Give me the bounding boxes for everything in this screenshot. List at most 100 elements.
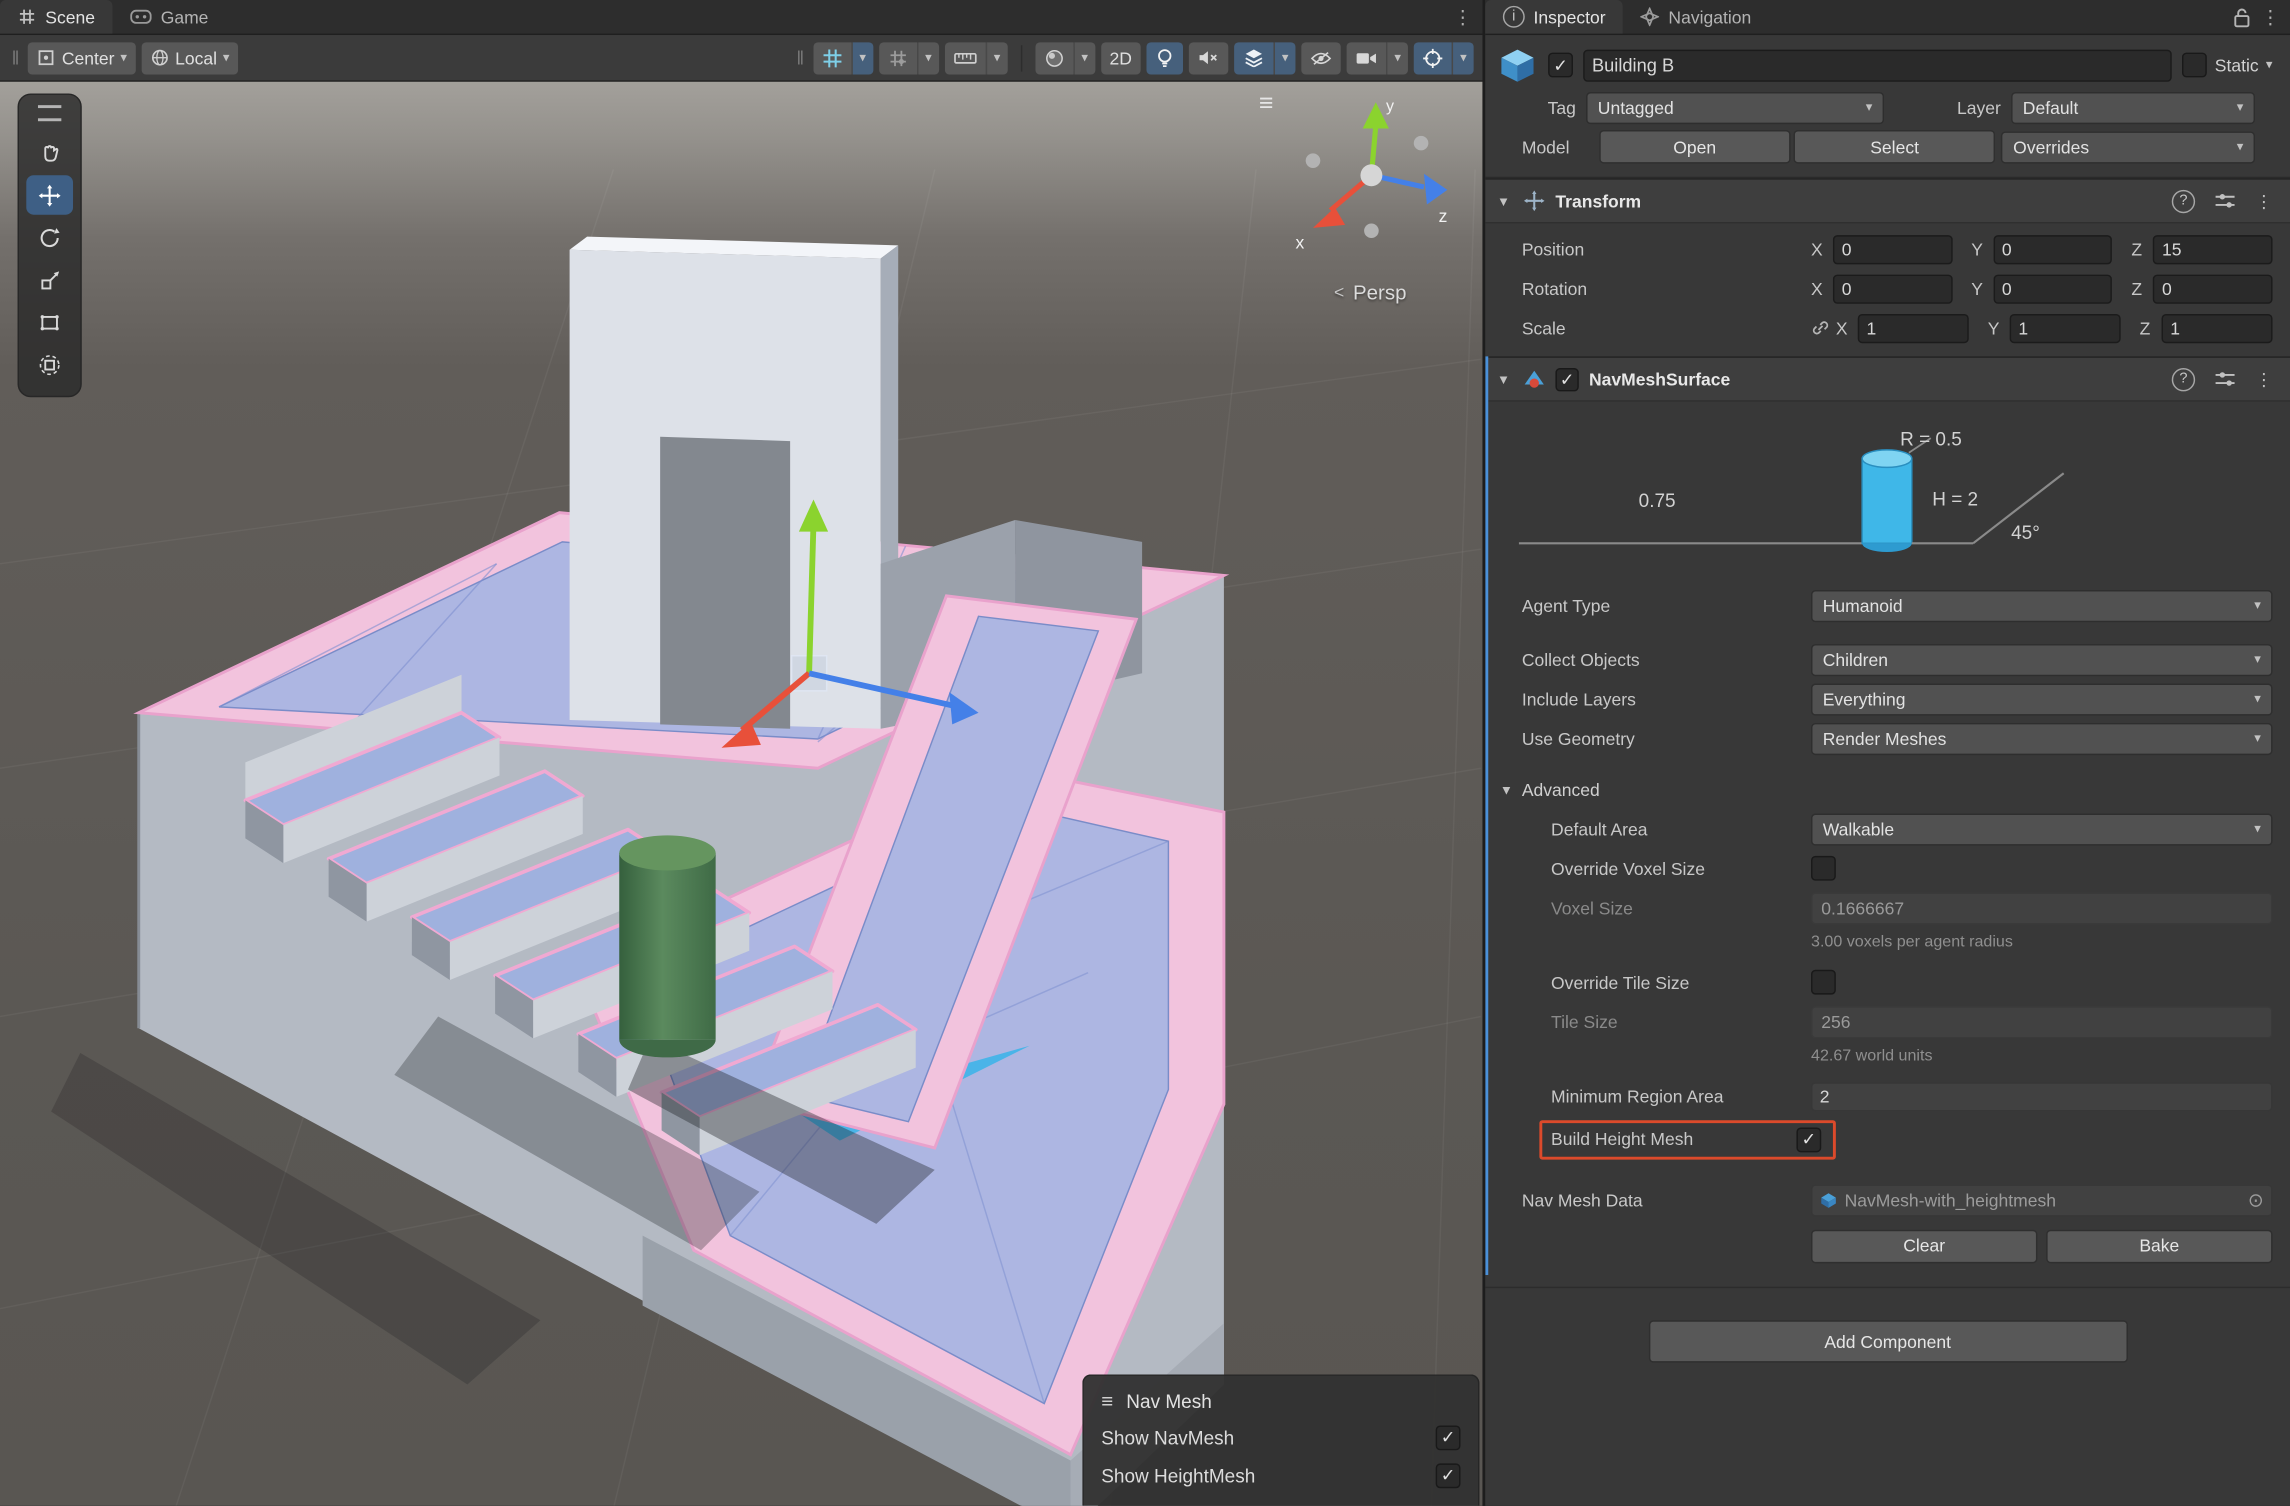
gizmo-negative-axis-ball[interactable] <box>1306 153 1321 168</box>
layer-label: Layer <box>1916 97 2001 117</box>
projection-toggle[interactable]: < Persp <box>1334 280 1406 303</box>
tab-scene[interactable]: Scene <box>0 0 113 34</box>
rotate-icon <box>38 226 61 249</box>
bake-button[interactable]: Bake <box>2046 1229 2272 1263</box>
tab-inspector[interactable]: i Inspector <box>1485 0 1623 34</box>
unity-editor-window: Scene Game ⋮ ‖ Center ▾ Local ▾ ‖ <box>0 0 2290 1506</box>
gizmo-x-cone[interactable] <box>1313 207 1345 227</box>
rotation-z-field[interactable] <box>2153 274 2272 303</box>
scene-visibility-button[interactable] <box>1301 42 1340 74</box>
rect-tool[interactable] <box>26 302 73 341</box>
component-enabled-checkbox[interactable]: ✓ <box>1555 367 1578 390</box>
use-geometry-dropdown[interactable]: Render Meshes▾ <box>1811 722 2273 754</box>
model-select-button[interactable]: Select <box>1794 130 1996 164</box>
gizmo-z-cone[interactable] <box>1424 174 1447 205</box>
transform-header[interactable]: ▼ Transform ? ⋮ <box>1485 178 2290 223</box>
inspector-menu-icon[interactable]: ⋮ <box>2251 5 2290 28</box>
build-height-mesh-checkbox[interactable]: ✓ <box>1796 1127 1821 1152</box>
gizmo-negative-axis-ball[interactable] <box>1364 223 1379 238</box>
orientation-dropdown[interactable]: Local ▾ <box>142 42 239 74</box>
clear-button[interactable]: Clear <box>1811 1229 2037 1263</box>
minimum-region-area-field[interactable] <box>1811 1082 2273 1111</box>
nav-mesh-data-field[interactable]: NavMesh-with_heightmesh ⊙ <box>1811 1184 2273 1216</box>
component-menu-icon[interactable]: ⋮ <box>2255 369 2273 389</box>
help-icon[interactable]: ? <box>2172 189 2195 212</box>
overrides-dropdown[interactable]: Overrides▾ <box>2002 131 2256 163</box>
lighting-toggle-button[interactable] <box>1146 42 1183 74</box>
tool-palette-grip[interactable] <box>38 105 61 121</box>
advanced-foldout[interactable]: ▼ Advanced <box>1485 770 2290 809</box>
object-name-field[interactable] <box>1583 49 2172 81</box>
effects-dropdown-button[interactable]: ▾ <box>1274 42 1296 74</box>
green-cylinder[interactable] <box>619 835 715 1057</box>
gizmos-toggle-button[interactable] <box>1414 42 1452 74</box>
foldout-icon[interactable]: ▼ <box>1497 194 1513 209</box>
scale-x-field[interactable] <box>1858 313 1969 342</box>
gizmo-negative-axis-ball[interactable] <box>1414 136 1429 151</box>
rotate-tool[interactable] <box>26 218 73 257</box>
override-tile-size-checkbox[interactable]: ✓ <box>1811 970 1836 995</box>
scale-y-field[interactable] <box>2010 313 2121 342</box>
rotation-y-field[interactable] <box>1993 274 2112 303</box>
model-open-button[interactable]: Open <box>1599 130 1791 164</box>
tab-game[interactable]: Game <box>113 0 226 34</box>
add-component-button[interactable]: Add Component <box>1648 1320 2127 1362</box>
foldout-icon[interactable]: ▼ <box>1497 372 1513 387</box>
grid-dropdown-button[interactable]: ▾ <box>851 42 873 74</box>
snap-toggle-button[interactable] <box>879 42 917 74</box>
rotation-x-field[interactable] <box>1833 274 1952 303</box>
grid-toggle-button[interactable] <box>813 42 851 74</box>
effects-toggle-button[interactable] <box>1234 42 1273 74</box>
scale-link-icon[interactable] <box>1811 318 1830 337</box>
static-dropdown-icon[interactable]: ▾ <box>2266 57 2273 73</box>
component-menu-icon[interactable]: ⋮ <box>2255 191 2273 211</box>
ruler-button[interactable] <box>944 42 985 74</box>
audio-toggle-button[interactable] <box>1189 42 1228 74</box>
camera-dropdown-button[interactable]: ▾ <box>1386 42 1408 74</box>
default-area-dropdown[interactable]: Walkable▾ <box>1811 813 2273 845</box>
presets-icon[interactable] <box>2214 370 2236 389</box>
tag-dropdown[interactable]: Untagged▾ <box>1586 91 1884 123</box>
static-checkbox[interactable]: ✓ <box>2183 53 2208 78</box>
view-hand-tool[interactable] <box>26 133 73 172</box>
pivot-mode-dropdown[interactable]: Center ▾ <box>28 42 135 74</box>
show-heightmesh-checkbox[interactable]: ✓ <box>1436 1463 1461 1488</box>
active-checkbox[interactable]: ✓ <box>1548 53 1573 78</box>
toolbar-grip-icon: ‖ <box>796 47 804 69</box>
2d-toggle-button[interactable]: 2D <box>1101 42 1141 74</box>
measure-dropdown-button[interactable]: ▾ <box>985 42 1007 74</box>
tab-navigation[interactable]: Navigation <box>1623 0 1769 34</box>
layer-dropdown[interactable]: Default▾ <box>2011 91 2255 123</box>
move-tool[interactable] <box>26 175 73 214</box>
position-y-field[interactable] <box>1993 234 2112 263</box>
presets-icon[interactable] <box>2214 191 2236 210</box>
scene-tab-menu-icon[interactable]: ⋮ <box>1443 5 1482 28</box>
lock-icon[interactable] <box>2233 7 2251 27</box>
orientation-gizmo[interactable]: y x z <box>1284 91 1459 271</box>
scene-viewport[interactable]: ≡ y x z <box>0 82 1482 1506</box>
scene-camera-button[interactable] <box>1347 42 1386 74</box>
snap-dropdown-button[interactable]: ▾ <box>917 42 939 74</box>
shading-mode-button[interactable] <box>1035 42 1073 74</box>
agent-type-dropdown[interactable]: Humanoid▾ <box>1811 589 2273 621</box>
gizmo-y-cone[interactable] <box>1363 102 1389 128</box>
scale-tool[interactable] <box>26 260 73 299</box>
collect-objects-dropdown[interactable]: Children▾ <box>1811 643 2273 675</box>
shading-dropdown-button[interactable]: ▾ <box>1073 42 1095 74</box>
gizmo-center-ball[interactable] <box>1360 164 1382 186</box>
navmesh-overlay-header[interactable]: ≡ Nav Mesh <box>1101 1383 1460 1418</box>
scale-z-field[interactable] <box>2162 313 2273 342</box>
help-icon[interactable]: ? <box>2172 367 2195 390</box>
include-layers-dropdown[interactable]: Everything▾ <box>1811 683 2273 715</box>
navmeshsurface-header[interactable]: ▼ ✓ NavMeshSurface ? ⋮ <box>1485 356 2290 401</box>
object-picker-icon[interactable]: ⊙ <box>2248 1188 2264 1211</box>
gizmos-dropdown-button[interactable]: ▾ <box>1452 42 1474 74</box>
show-navmesh-checkbox[interactable]: ✓ <box>1436 1425 1461 1450</box>
overlay-menu-icon[interactable]: ≡ <box>1259 91 1273 116</box>
building-wall[interactable] <box>570 237 899 729</box>
transform-tool[interactable] <box>26 345 73 384</box>
override-voxel-size-checkbox[interactable]: ✓ <box>1811 856 1836 881</box>
position-z-field[interactable] <box>2153 234 2272 263</box>
position-x-field[interactable] <box>1833 234 1952 263</box>
gizmo-crosshair-icon <box>1423 47 1443 67</box>
